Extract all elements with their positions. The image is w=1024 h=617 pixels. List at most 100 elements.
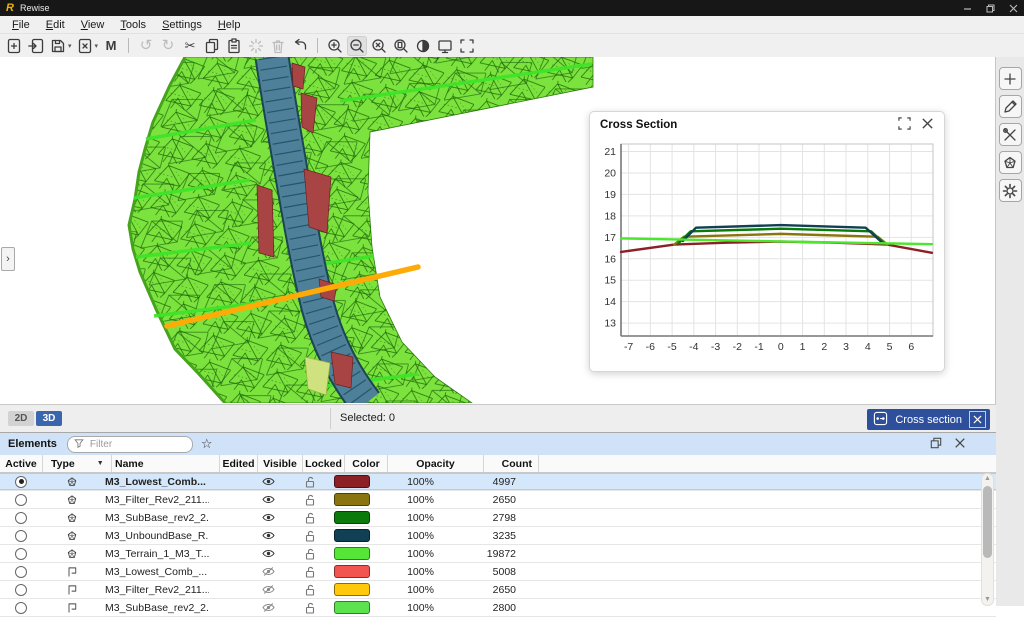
table-row[interactable]: M3_Terrain_1_M3_T...100%19872 xyxy=(0,545,996,563)
menu-settings[interactable]: Settings xyxy=(154,19,210,31)
color-swatch[interactable] xyxy=(334,493,370,506)
copy-button[interactable] xyxy=(202,36,222,56)
undo-button[interactable]: ↺ xyxy=(136,36,156,56)
close-icon[interactable] xyxy=(921,117,934,133)
unlock-icon[interactable] xyxy=(305,584,316,596)
menu-edit[interactable]: Edit xyxy=(38,19,73,31)
add-tool-button[interactable] xyxy=(999,67,1022,90)
unlock-icon[interactable] xyxy=(305,494,316,506)
filter-input[interactable] xyxy=(88,438,172,451)
column-header-color[interactable]: Color xyxy=(345,455,388,472)
color-swatch[interactable] xyxy=(334,511,370,524)
column-header-type[interactable]: Type▼ xyxy=(43,455,112,472)
menu-help[interactable]: Help xyxy=(210,19,249,31)
eye-off-icon[interactable] xyxy=(262,602,275,613)
cross-section-close-icon[interactable] xyxy=(969,411,986,428)
close-document-button[interactable] xyxy=(75,36,95,56)
column-header-locked[interactable]: Locked xyxy=(303,455,345,472)
contrast-button[interactable] xyxy=(413,36,433,56)
paste-button[interactable] xyxy=(224,36,244,56)
eye-icon[interactable] xyxy=(262,548,275,559)
scroll-up-icon[interactable]: ▲ xyxy=(982,474,993,484)
unlock-icon[interactable] xyxy=(305,548,316,560)
active-radio[interactable] xyxy=(15,494,27,506)
table-row[interactable]: M3_SubBase_rev2_2...100%2800 xyxy=(0,599,996,617)
m-tool-button[interactable]: M xyxy=(101,36,121,56)
table-row[interactable]: M3_Lowest_Comb_...100%5008 xyxy=(0,563,996,581)
cross-section-mode-button[interactable]: Cross section xyxy=(867,409,990,430)
deselect-button[interactable] xyxy=(246,36,266,56)
new-document-button[interactable] xyxy=(4,36,24,56)
color-swatch[interactable] xyxy=(334,475,370,488)
eye-icon[interactable] xyxy=(262,494,275,505)
column-header-visible[interactable]: Visible xyxy=(258,455,303,472)
table-row[interactable]: M3_Filter_Rev2_211...100%2650 xyxy=(0,581,996,599)
fit-view-button[interactable] xyxy=(457,36,477,56)
save-button[interactable] xyxy=(48,36,68,56)
mesh-tool-button[interactable] xyxy=(999,151,1022,174)
left-panel-expander[interactable]: › xyxy=(1,247,15,271)
unlock-icon[interactable] xyxy=(305,566,316,578)
close-panel-icon[interactable] xyxy=(954,437,966,452)
active-radio[interactable] xyxy=(15,530,27,542)
table-row[interactable]: M3_Lowest_Comb...100%4997 xyxy=(0,473,996,491)
color-swatch[interactable] xyxy=(334,547,370,560)
revert-button[interactable] xyxy=(290,36,310,56)
eye-icon[interactable] xyxy=(262,530,275,541)
table-row[interactable]: M3_Filter_Rev2_211...100%2650 xyxy=(0,491,996,509)
zoom-document-button[interactable] xyxy=(391,36,411,56)
minimize-button[interactable] xyxy=(963,4,972,13)
active-radio[interactable] xyxy=(15,548,27,560)
unlock-icon[interactable] xyxy=(305,530,316,542)
eye-icon[interactable] xyxy=(262,476,275,487)
active-radio[interactable] xyxy=(15,602,27,614)
favorite-filter-icon[interactable]: ☆ xyxy=(201,436,213,452)
screen-button[interactable] xyxy=(435,36,455,56)
scroll-down-icon[interactable]: ▼ xyxy=(982,595,993,605)
unlock-icon[interactable] xyxy=(305,602,316,614)
active-radio[interactable] xyxy=(15,566,27,578)
close-document-dropdown-icon[interactable]: ▾ xyxy=(95,42,99,50)
scrollbar-thumb[interactable] xyxy=(983,486,992,558)
save-dropdown-icon[interactable]: ▾ xyxy=(68,42,72,50)
delete-button[interactable] xyxy=(268,36,288,56)
active-radio[interactable] xyxy=(15,476,27,488)
sort-icon[interactable]: ▼ xyxy=(97,460,104,467)
color-swatch[interactable] xyxy=(334,583,370,596)
undock-panel-icon[interactable] xyxy=(930,437,942,452)
menu-view[interactable]: View xyxy=(73,19,113,31)
unlock-icon[interactable] xyxy=(305,512,316,524)
maximize-button[interactable] xyxy=(986,4,995,13)
zoom-out-button[interactable] xyxy=(347,36,367,56)
zoom-in-button[interactable] xyxy=(325,36,345,56)
zoom-extents-button[interactable] xyxy=(369,36,389,56)
color-swatch[interactable] xyxy=(334,565,370,578)
active-radio[interactable] xyxy=(15,584,27,596)
settings-tool-button[interactable] xyxy=(999,179,1022,202)
color-swatch[interactable] xyxy=(334,601,370,614)
modify-tools-button[interactable] xyxy=(999,123,1022,146)
eye-icon[interactable] xyxy=(262,512,275,523)
viewport-3d[interactable]: Cross Section 131415161718192021-7-6-5-4… xyxy=(0,57,996,404)
menu-file[interactable]: File xyxy=(4,19,38,31)
column-header-count[interactable]: Count xyxy=(484,455,539,472)
view-2d-button[interactable]: 2D xyxy=(8,411,34,426)
column-header-edited[interactable]: Edited xyxy=(220,455,258,472)
cut-button[interactable]: ✂ xyxy=(180,36,200,56)
menu-tools[interactable]: Tools xyxy=(112,19,154,31)
unlock-icon[interactable] xyxy=(305,476,316,488)
view-3d-button[interactable]: 3D xyxy=(36,411,62,426)
eye-off-icon[interactable] xyxy=(262,566,275,577)
redo-button[interactable]: ↻ xyxy=(158,36,178,56)
active-radio[interactable] xyxy=(15,512,27,524)
color-swatch[interactable] xyxy=(334,529,370,542)
eye-off-icon[interactable] xyxy=(262,584,275,595)
draw-tool-button[interactable] xyxy=(999,95,1022,118)
column-header-name[interactable]: Name xyxy=(112,455,220,472)
cross-section-panel-header[interactable]: Cross Section xyxy=(590,112,944,138)
expand-icon[interactable] xyxy=(898,117,911,133)
close-button[interactable] xyxy=(1009,4,1018,13)
table-row[interactable]: M3_UnboundBase_R...100%3235 xyxy=(0,527,996,545)
column-header-active[interactable]: Active xyxy=(0,455,43,472)
column-header-opacity[interactable]: Opacity xyxy=(388,455,484,472)
